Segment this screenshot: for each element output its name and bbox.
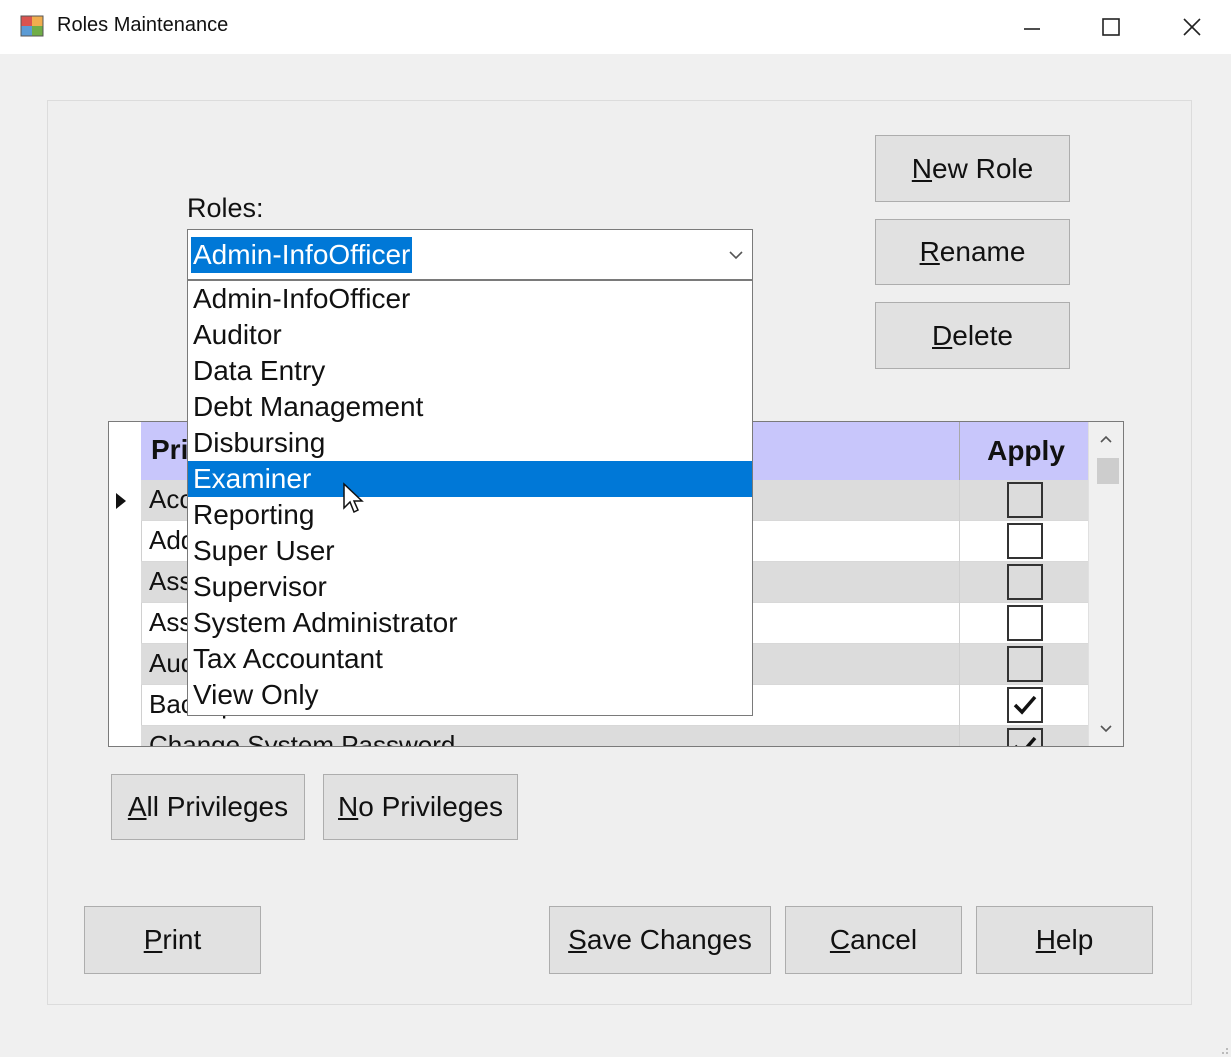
apply-checkbox[interactable] xyxy=(1007,728,1043,746)
dropdown-option[interactable]: Supervisor xyxy=(188,569,752,605)
maximize-button[interactable] xyxy=(1071,0,1151,54)
privilege-cell: Acc xyxy=(149,484,193,514)
all-privileges-mnemonic: A xyxy=(127,791,147,822)
mouse-cursor-icon xyxy=(343,482,364,514)
checkmark-icon xyxy=(1015,736,1037,746)
privilege-cell: Change System Password xyxy=(149,730,456,747)
dropdown-option[interactable]: Admin-InfoOfficer xyxy=(188,281,752,317)
row-header-column xyxy=(109,422,142,746)
rename-mnemonic: R xyxy=(919,236,940,267)
roles-combobox[interactable]: Admin-InfoOfficer xyxy=(187,229,753,280)
apply-checkbox[interactable] xyxy=(1007,687,1043,723)
apply-cell xyxy=(959,521,1092,562)
apply-cell xyxy=(959,644,1092,685)
grid-vertical-scrollbar[interactable] xyxy=(1088,422,1123,746)
delete-mnemonic: D xyxy=(932,319,953,351)
dropdown-option[interactable]: System Administrator xyxy=(188,605,752,641)
dropdown-option[interactable]: View Only xyxy=(188,677,752,713)
cancel-label: ancel xyxy=(850,924,918,955)
all-privileges-button[interactable]: All Privileges xyxy=(111,774,305,840)
table-row[interactable]: Change System Password xyxy=(141,726,1092,747)
new-role-mnemonic: N xyxy=(911,152,933,184)
dropdown-option[interactable]: Data Entry xyxy=(188,353,752,389)
cancel-mnemonic: C xyxy=(829,924,851,955)
roles-selected-value[interactable]: Admin-InfoOfficer xyxy=(191,237,413,273)
print-button[interactable]: Print xyxy=(84,906,261,974)
dropdown-option[interactable]: Reporting xyxy=(188,497,752,533)
chevron-up-icon xyxy=(1100,435,1112,443)
apply-cell xyxy=(959,480,1092,521)
minimize-button[interactable] xyxy=(992,0,1072,54)
print-label: rint xyxy=(162,924,202,955)
help-mnemonic: H xyxy=(1035,924,1056,955)
column-header-apply[interactable]: Apply xyxy=(959,422,1092,480)
title-bar: Roles Maintenance xyxy=(0,0,1231,54)
dropdown-option[interactable]: Super User xyxy=(188,533,752,569)
minimize-icon xyxy=(1024,28,1040,30)
chevron-down-icon xyxy=(1100,725,1112,733)
save-changes-button[interactable]: Save Changes xyxy=(549,906,771,974)
all-privileges-label: ll Privileges xyxy=(146,791,289,822)
print-mnemonic: P xyxy=(143,924,163,955)
no-privileges-label: o Privileges xyxy=(358,791,503,822)
dropdown-option[interactable]: Debt Management xyxy=(188,389,752,425)
apply-checkbox[interactable] xyxy=(1007,564,1043,600)
cancel-button[interactable]: Cancel xyxy=(785,906,962,974)
save-changes-label: ave Changes xyxy=(586,924,752,955)
close-button[interactable] xyxy=(1152,0,1231,54)
apply-checkbox[interactable] xyxy=(1007,646,1043,682)
delete-button[interactable]: Delete xyxy=(875,302,1070,369)
save-changes-mnemonic: S xyxy=(568,924,587,955)
roles-label: Roles: xyxy=(187,193,264,223)
apply-cell xyxy=(959,603,1092,644)
maximize-icon xyxy=(1102,18,1120,36)
rename-label: ename xyxy=(939,236,1026,267)
roles-dropdown-list[interactable]: Admin-InfoOfficer Auditor Data Entry Deb… xyxy=(187,280,753,716)
app-window-icon[interactable] xyxy=(20,13,46,39)
dropdown-option[interactable]: Disbursing xyxy=(188,425,752,461)
checkmark-icon xyxy=(1013,695,1037,715)
help-label: elp xyxy=(1055,924,1094,955)
new-role-button[interactable]: New Role xyxy=(875,135,1070,202)
no-privileges-mnemonic: N xyxy=(338,791,359,822)
help-button[interactable]: Help xyxy=(976,906,1153,974)
window-title: Roles Maintenance xyxy=(57,14,229,36)
dropdown-option-highlighted[interactable]: Examiner xyxy=(188,461,752,497)
delete-label: elete xyxy=(952,319,1013,351)
roles-dropdown-button[interactable] xyxy=(721,231,751,278)
current-row-indicator-icon xyxy=(116,493,126,509)
close-icon xyxy=(1183,18,1201,36)
scroll-thumb[interactable] xyxy=(1097,458,1119,484)
no-privileges-button[interactable]: No Privileges xyxy=(323,774,518,840)
rename-button[interactable]: Rename xyxy=(875,219,1070,285)
apply-checkbox[interactable] xyxy=(1007,482,1043,518)
column-header-privilege[interactable]: Pri xyxy=(151,434,188,466)
dropdown-option[interactable]: Tax Accountant xyxy=(188,641,752,677)
scroll-down-button[interactable] xyxy=(1089,712,1123,746)
scroll-up-button[interactable] xyxy=(1089,422,1123,456)
apply-checkbox[interactable] xyxy=(1007,523,1043,559)
apply-cell xyxy=(959,726,1092,746)
new-role-label: ew Role xyxy=(932,152,1034,184)
apply-checkbox[interactable] xyxy=(1007,605,1043,641)
dropdown-option[interactable]: Auditor xyxy=(188,317,752,353)
privilege-cell: Ass xyxy=(149,607,193,637)
privilege-cell: Ass xyxy=(149,566,193,596)
apply-cell xyxy=(959,562,1092,603)
resize-grip-icon[interactable] xyxy=(1219,1045,1229,1055)
chevron-down-icon xyxy=(729,250,743,259)
apply-cell xyxy=(959,685,1092,726)
